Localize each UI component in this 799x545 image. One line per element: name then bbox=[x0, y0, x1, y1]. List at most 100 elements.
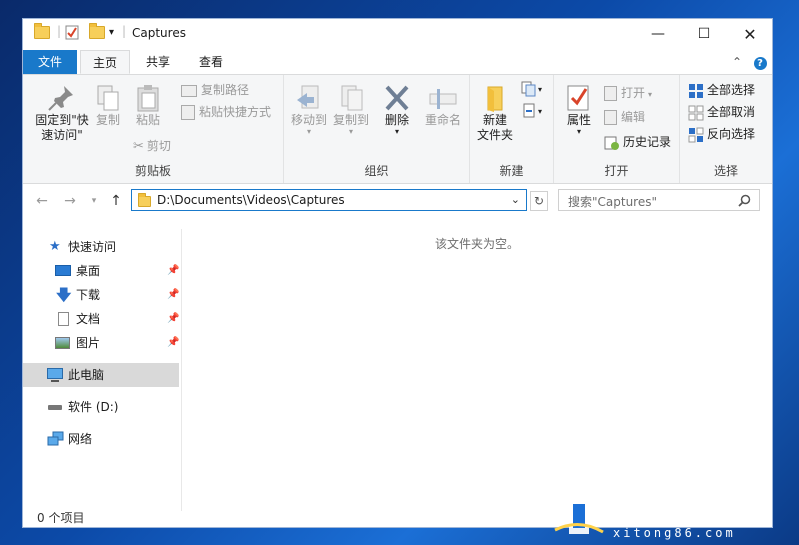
open-icon bbox=[604, 86, 617, 101]
pin-icon[interactable]: 📌 bbox=[167, 259, 179, 283]
new-group-label: 新建 bbox=[499, 164, 524, 178]
easy-access-button[interactable]: ▾ bbox=[520, 101, 542, 119]
new-item-button[interactable]: ▾ bbox=[520, 79, 542, 97]
address-dropdown-icon[interactable]: ⌄ bbox=[511, 193, 520, 206]
nav-documents[interactable]: 文档 📌 bbox=[23, 307, 179, 331]
tab-share[interactable]: 共享 bbox=[136, 50, 180, 74]
select-none-button[interactable]: 全部取消 bbox=[688, 103, 755, 121]
tab-home[interactable]: 主页 bbox=[80, 50, 130, 74]
separator: | bbox=[57, 24, 62, 38]
back-button[interactable]: ← bbox=[33, 191, 51, 211]
desktop-icon bbox=[55, 265, 71, 276]
nav-drive-d[interactable]: 软件 (D:) bbox=[23, 395, 179, 419]
cut-button[interactable]: ✂ 剪切 bbox=[133, 137, 171, 155]
nav-desktop[interactable]: 桌面 📌 bbox=[23, 259, 179, 283]
copy-button[interactable]: 复制 bbox=[93, 83, 123, 128]
history-button[interactable]: 历史记录 bbox=[604, 133, 671, 151]
star-icon: ★ bbox=[49, 239, 61, 254]
search-placeholder: 搜索"Captures" bbox=[568, 195, 658, 209]
nav-label: 快速访问 bbox=[68, 240, 117, 254]
nav-this-pc[interactable]: 此电脑 bbox=[23, 363, 179, 387]
nav-network[interactable]: 网络 bbox=[23, 427, 179, 451]
minimize-button[interactable]: — bbox=[635, 19, 681, 50]
collapse-ribbon-icon[interactable]: ⌃ bbox=[729, 50, 745, 74]
copy-label: 复制 bbox=[95, 113, 120, 127]
properties-qat-icon[interactable] bbox=[65, 25, 79, 43]
up-button[interactable]: ↑ bbox=[107, 191, 125, 211]
invert-selection-button[interactable]: 反向选择 bbox=[688, 125, 755, 143]
dropdown-icon: ▾ bbox=[538, 107, 543, 116]
scissors-icon: ✂ bbox=[133, 138, 144, 154]
history-icon bbox=[604, 136, 619, 150]
recent-locations-button[interactable]: ▾ bbox=[85, 191, 103, 211]
dropdown-icon: ▾ bbox=[394, 127, 399, 136]
move-to-label: 移动到 bbox=[290, 113, 327, 127]
new-folder-qat-icon[interactable] bbox=[89, 23, 105, 39]
folder-icon bbox=[34, 23, 50, 39]
move-to-button[interactable]: 移动到 ▾ bbox=[288, 83, 330, 136]
dropdown-icon: ▾ bbox=[538, 85, 543, 94]
clipboard-group: 固定到"快 速访问" 复制 粘贴 复制路径 粘贴快捷方式 ✂ 剪切 剪贴板 bbox=[23, 75, 284, 183]
computer-stand bbox=[51, 380, 59, 382]
paste-shortcut-button[interactable]: 粘贴快捷方式 bbox=[181, 103, 271, 121]
pin-icon[interactable]: 📌 bbox=[167, 331, 179, 355]
help-icon[interactable]: ? bbox=[752, 50, 768, 74]
window-title: Captures bbox=[132, 26, 186, 40]
download-arrow-icon: 🡇 bbox=[56, 286, 72, 304]
paste-shortcut-icon bbox=[181, 105, 195, 120]
new-folder-button[interactable]: 新建 文件夹 bbox=[472, 83, 518, 143]
paste-button[interactable]: 粘贴 bbox=[133, 83, 163, 128]
new-folder-label-line2: 文件夹 bbox=[476, 128, 513, 142]
copy-path-button[interactable]: 复制路径 bbox=[181, 81, 249, 99]
properties-icon bbox=[567, 85, 589, 111]
search-box[interactable]: 搜索"Captures" bbox=[558, 189, 760, 211]
qat-dropdown-icon[interactable]: ▾ bbox=[109, 27, 114, 38]
properties-button[interactable]: 属性 ▾ bbox=[562, 83, 596, 136]
close-button[interactable]: ✕ bbox=[727, 19, 773, 50]
paste-label: 粘贴 bbox=[135, 113, 160, 127]
address-row: ← → ▾ ↑ D:\Documents\Videos\Captures ⌄ ↻… bbox=[23, 187, 772, 215]
watermark-url: xitong86.com bbox=[613, 526, 736, 540]
organize-group: 移动到 ▾ 复制到 ▾ 删除 ▾ 重命名 组织 bbox=[284, 75, 470, 183]
select-all-icon bbox=[689, 83, 703, 98]
pin-icon[interactable]: 📌 bbox=[167, 283, 179, 307]
watermark-title: 系统之城 bbox=[610, 490, 754, 530]
nav-label: 软件 (D:) bbox=[68, 400, 119, 414]
pin-quick-access-button[interactable]: 固定到"快 速访问" bbox=[29, 83, 95, 143]
refresh-button[interactable]: ↻ bbox=[530, 191, 548, 211]
delete-label: 删除 bbox=[384, 113, 409, 127]
history-label: 历史记录 bbox=[623, 135, 672, 149]
select-all-button[interactable]: 全部选择 bbox=[688, 81, 755, 99]
open-label: 打开 bbox=[621, 86, 646, 100]
pin-label-line1: 固定到"快 bbox=[35, 113, 89, 127]
open-button[interactable]: 打开 ▾ bbox=[604, 84, 652, 102]
title-bar: | ▾ | Captures — ☐ ✕ bbox=[23, 19, 772, 50]
copy-to-button[interactable]: 复制到 ▾ bbox=[330, 83, 372, 136]
copy-to-icon bbox=[341, 85, 363, 111]
nav-quick-access[interactable]: ★ 快速访问 bbox=[23, 235, 179, 259]
pin-label-line2: 速访问" bbox=[41, 128, 83, 142]
nav-label: 文档 bbox=[76, 312, 101, 326]
cut-label: 剪切 bbox=[146, 139, 171, 153]
tab-view[interactable]: 查看 bbox=[189, 50, 233, 74]
delete-button[interactable]: 删除 ▾ bbox=[380, 83, 414, 136]
maximize-button[interactable]: ☐ bbox=[681, 19, 727, 50]
edit-label: 编辑 bbox=[621, 110, 646, 124]
address-bar[interactable]: D:\Documents\Videos\Captures ⌄ bbox=[131, 189, 527, 211]
nav-pictures[interactable]: 图片 📌 bbox=[23, 331, 179, 355]
forward-button[interactable]: → bbox=[61, 191, 79, 211]
tab-file[interactable]: 文件 bbox=[23, 50, 77, 74]
nav-label: 图片 bbox=[76, 336, 101, 350]
paste-icon bbox=[137, 85, 159, 112]
select-group: 全部选择 全部取消 反向选择 选择 bbox=[680, 75, 772, 183]
new-item-icon bbox=[521, 81, 536, 96]
edit-button[interactable]: 编辑 bbox=[604, 108, 645, 126]
select-group-label: 选择 bbox=[713, 164, 738, 178]
pin-icon[interactable]: 📌 bbox=[167, 307, 179, 331]
invert-selection-icon bbox=[688, 127, 704, 142]
address-path[interactable]: D:\Documents\Videos\Captures bbox=[157, 193, 345, 207]
watermark-logo-icon bbox=[554, 484, 604, 534]
nav-downloads[interactable]: 🡇 下载 📌 bbox=[23, 283, 179, 307]
dropdown-icon: ▾ bbox=[348, 127, 353, 136]
rename-button[interactable]: 重命名 bbox=[420, 83, 466, 128]
